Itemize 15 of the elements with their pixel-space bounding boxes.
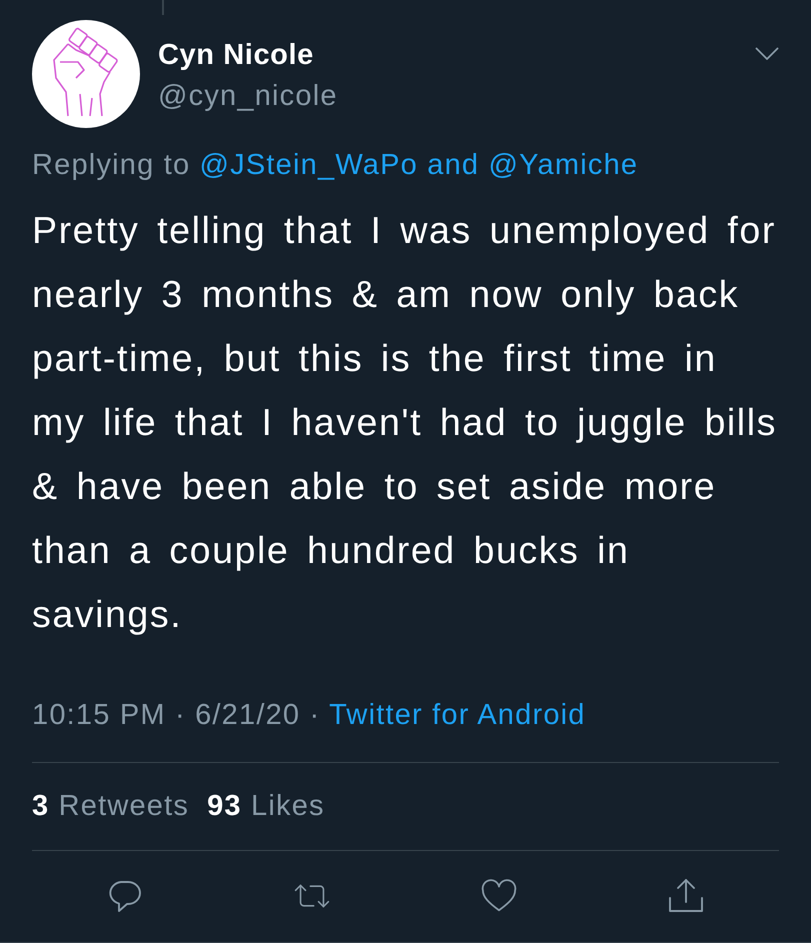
timestamp-line: 10:15 PM · 6/21/20 · Twitter for Android — [32, 698, 587, 733]
reply-icon[interactable] — [107, 878, 143, 914]
mention-link[interactable]: @JStein_WaPo and @Yamiche — [200, 149, 638, 181]
thread-line — [162, 0, 164, 15]
fist-avatar-icon[interactable] — [32, 20, 140, 128]
heart-icon[interactable] — [481, 878, 517, 914]
author-name[interactable]: Cyn Nicole — [158, 37, 338, 73]
retweet-count[interactable]: 3 Retweets — [32, 788, 190, 824]
chevron-down-icon[interactable] — [755, 47, 779, 61]
like-count[interactable]: 93 Likes — [207, 788, 325, 824]
author-handle[interactable]: @cyn_nicole — [158, 78, 338, 114]
tweet-text: Pretty telling that I was unemployed for nearly 3 months & am now only back part-time, but this is the first time in my life that I haven't had to juggle bills & have been able to set aside more than a couple hundred bucks in savings. — [32, 208, 778, 637]
share-icon[interactable] — [668, 878, 704, 914]
source-link[interactable]: Twitter for Android — [329, 699, 586, 731]
replying-to-text: Replying to @JStein_WaPo and @Yamiche — [32, 148, 640, 183]
